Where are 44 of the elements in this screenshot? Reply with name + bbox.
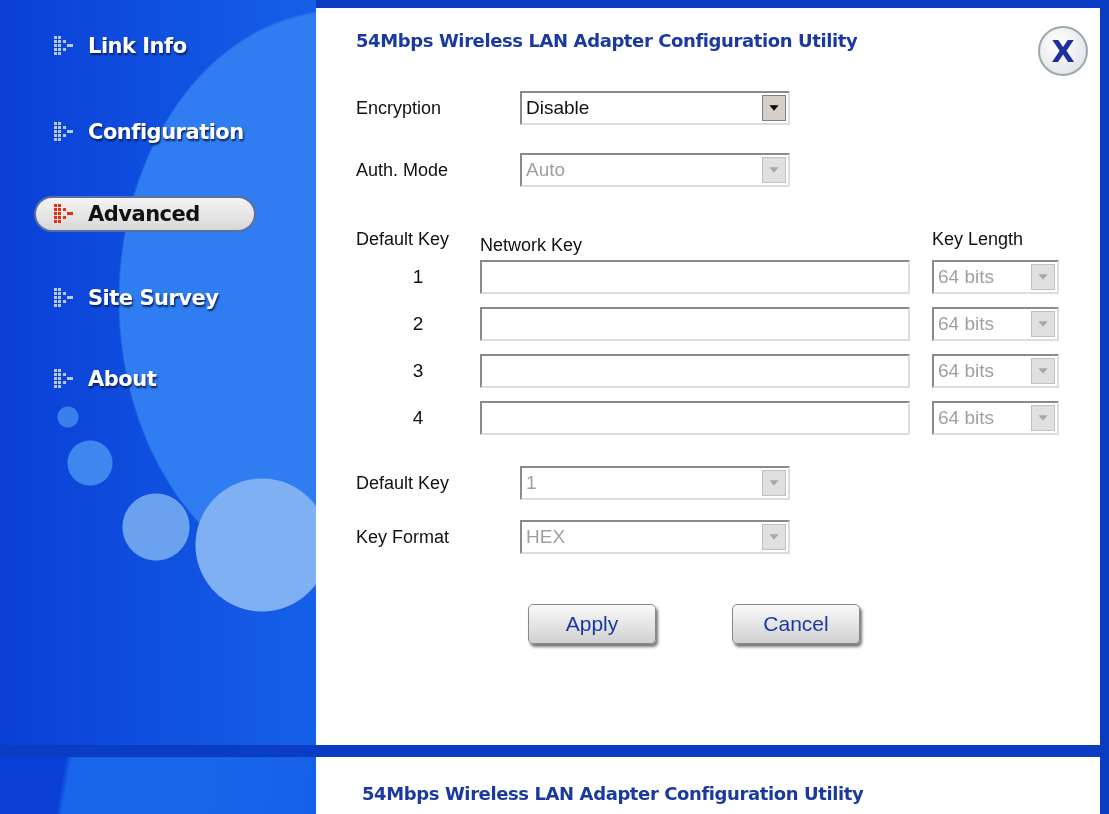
sidebar-item[interactable]: Configuration: [34, 114, 256, 150]
caret-icon: [762, 470, 786, 496]
caret-icon: [762, 157, 786, 183]
key-number: 3: [411, 360, 425, 382]
field-label: Default Key: [356, 472, 451, 494]
column-header: Network Key: [480, 235, 584, 256]
network-key-field[interactable]: [480, 401, 910, 435]
caret-icon: [762, 95, 786, 121]
network-key-field[interactable]: [480, 260, 910, 294]
field-label: Key Format: [356, 526, 451, 548]
window-title: 54Mbps Wireless LAN Adapter Configuration Utility: [362, 783, 864, 804]
bars-icon: [54, 36, 74, 56]
dropdown[interactable]: Disable: [520, 91, 790, 125]
sidebar-item[interactable]: About: [34, 361, 256, 397]
bars-icon: [54, 369, 74, 389]
caret-icon: [1031, 358, 1055, 384]
key-number: 2: [411, 313, 425, 335]
sidebar-label: Configuration: [88, 120, 244, 144]
bars-icon: [54, 204, 74, 224]
caret-icon: [1031, 311, 1055, 337]
network-key-field[interactable]: [480, 354, 910, 388]
sidebar-label: Advanced: [88, 202, 200, 226]
sidebar-label: Site Survey: [88, 286, 219, 310]
bars-icon: [54, 288, 74, 308]
apply-button[interactable]: Apply: [528, 604, 656, 644]
field-label: Auth. Mode: [356, 159, 450, 181]
sidebar-item[interactable]: Link Info: [34, 28, 256, 64]
sidebar-item[interactable]: Advanced: [34, 196, 256, 232]
sidebar-label: Link Info: [88, 34, 187, 58]
column-header: Default Key: [356, 229, 451, 250]
caret-icon: [1031, 405, 1055, 431]
sidebar-item[interactable]: Site Survey: [34, 280, 256, 316]
network-key-field[interactable]: [480, 307, 910, 341]
field-label: Encryption: [356, 97, 443, 119]
window-title: 54Mbps Wireless LAN Adapter Configuration Utility: [356, 30, 858, 51]
key-number: 4: [411, 407, 425, 429]
caret-icon: [762, 524, 786, 550]
sidebar-label: About: [88, 367, 157, 391]
column-header: Key Length: [932, 229, 1024, 250]
cancel-button[interactable]: Cancel: [732, 604, 860, 644]
key-number: 1: [411, 266, 425, 288]
close-button[interactable]: X: [1038, 26, 1088, 76]
bars-icon: [54, 122, 74, 142]
caret-icon: [1031, 264, 1055, 290]
